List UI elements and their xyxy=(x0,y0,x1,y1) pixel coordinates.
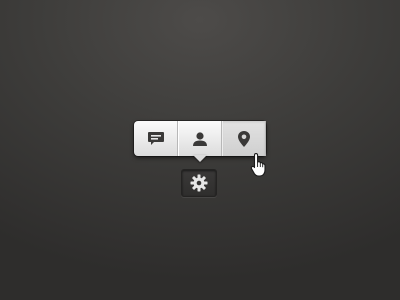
user-button[interactable] xyxy=(178,121,222,156)
comment-button[interactable] xyxy=(134,121,178,156)
popover-caret xyxy=(193,155,207,162)
popover-toolbar xyxy=(134,121,266,162)
hand-cursor-icon xyxy=(250,152,266,177)
settings-button[interactable] xyxy=(181,169,217,197)
user-icon xyxy=(192,131,207,146)
location-pin-icon xyxy=(237,130,250,147)
comment-icon xyxy=(147,131,164,145)
gear-icon xyxy=(190,174,208,192)
location-button[interactable] xyxy=(222,121,266,156)
